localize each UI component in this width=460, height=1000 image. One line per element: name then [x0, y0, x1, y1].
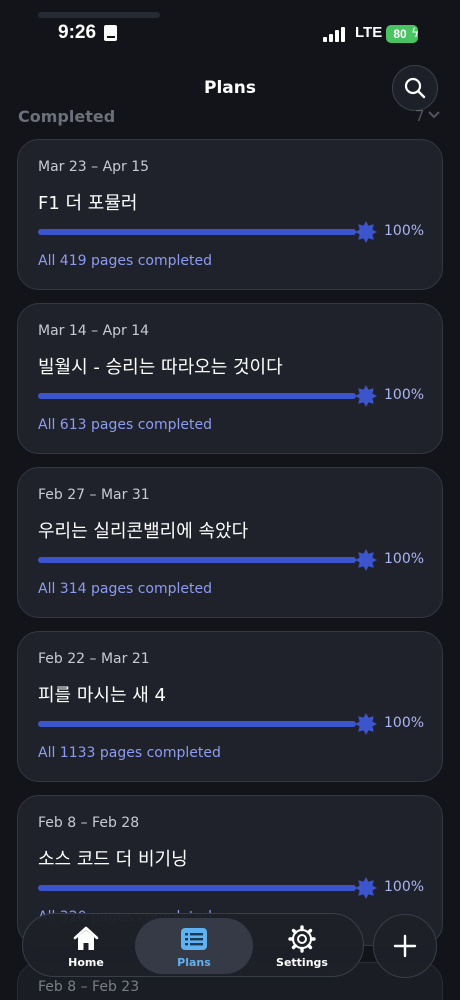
- plan-title: 피를 마시는 새 4: [38, 685, 166, 706]
- plan-date-range: Mar 23 – Apr 15: [38, 159, 150, 175]
- tab-label: Plans: [177, 956, 211, 969]
- plus-icon: [393, 934, 417, 958]
- completed-badge-icon: [355, 385, 377, 407]
- progress-bar: [38, 721, 356, 727]
- page-title: Plans: [204, 78, 256, 98]
- completed-badge-icon: [355, 221, 377, 243]
- progress-fill: [38, 229, 356, 235]
- pages-completed: All 613 pages completed: [38, 417, 212, 433]
- progress-fill: [38, 393, 356, 399]
- battery-icon: 80 ϟ: [386, 25, 419, 43]
- plan-title: 소스 코드 더 비기닝: [38, 849, 188, 870]
- progress-percent: 100%: [384, 223, 425, 239]
- search-icon: [404, 77, 426, 99]
- plan-card[interactable]: Feb 22 – Mar 21 피를 마시는 새 4 100% All 1133 pa…: [17, 631, 443, 782]
- reading-mode-icon: [104, 25, 117, 41]
- plan-card[interactable]: Mar 23 – Apr 15 F1 더 포뮬러 100% All 419 pages…: [17, 139, 443, 290]
- plan-card[interactable]: Feb 27 – Mar 31 우리는 실리콘밸리에 속았다 100% All 314…: [17, 467, 443, 618]
- tab-plans[interactable]: Plans: [135, 918, 253, 974]
- tab-label: Settings: [276, 956, 328, 969]
- progress-percent: 100%: [384, 715, 425, 731]
- pages-completed: All 1133 pages completed: [38, 745, 221, 761]
- plan-title: 우리는 실리콘밸리에 속았다: [38, 521, 249, 542]
- add-plan-button[interactable]: [373, 914, 437, 978]
- plan-date-range: Feb 27 – Mar 31: [38, 487, 150, 503]
- progress-percent: 100%: [384, 551, 425, 567]
- plan-date-range: Feb 8 – Feb 28: [38, 815, 140, 831]
- list-icon: [181, 928, 207, 950]
- progress-bar: [38, 885, 356, 891]
- pages-completed: All 314 pages completed: [38, 581, 212, 597]
- progress-percent: 100%: [384, 879, 425, 895]
- chevron-down-icon[interactable]: [428, 111, 440, 119]
- status-bar: 9:26 LTE 80 ϟ: [0, 0, 460, 64]
- progress-bar: [38, 557, 356, 563]
- plan-title: 빌월시 - 승리는 따라오는 것이다: [38, 357, 283, 378]
- tab-settings[interactable]: Settings: [243, 918, 361, 974]
- plan-card[interactable]: Mar 14 – Apr 14 빌월시 - 승리는 따라오는 것이다 100% All…: [17, 303, 443, 454]
- progress-fill: [38, 557, 356, 563]
- tab-home[interactable]: Home: [27, 918, 145, 974]
- completed-badge-icon: [355, 877, 377, 899]
- completed-badge-icon: [355, 713, 377, 735]
- progress-fill: [38, 721, 356, 727]
- pages-completed: All 419 pages completed: [38, 253, 212, 269]
- search-button[interactable]: [392, 65, 438, 111]
- house-icon: [73, 926, 99, 950]
- charging-icon: ϟ: [411, 26, 419, 40]
- completed-badge-icon: [355, 549, 377, 571]
- bottom-tab-bar: Home Plans Settings: [22, 913, 364, 977]
- plan-date-range: Feb 22 – Mar 21: [38, 651, 150, 667]
- section-header-completed[interactable]: Completed: [18, 107, 115, 126]
- plan-title: F1 더 포뮬러: [38, 193, 138, 214]
- progress-bar: [38, 393, 356, 399]
- gear-icon: [288, 925, 316, 953]
- network-type: LTE: [355, 24, 383, 41]
- status-time: 9:26: [58, 22, 97, 43]
- progress-percent: 100%: [384, 387, 425, 403]
- progress-fill: [38, 885, 356, 891]
- scrolled-content-ghost: [38, 12, 160, 18]
- battery-level: 80: [393, 27, 407, 41]
- signal-icon: [323, 26, 347, 42]
- section-count: 7: [415, 107, 425, 125]
- progress-bar: [38, 229, 356, 235]
- tab-label: Home: [68, 956, 104, 969]
- plan-date-range: Mar 14 – Apr 14: [38, 323, 150, 339]
- plan-date-range: Feb 8 – Feb 23: [38, 979, 140, 995]
